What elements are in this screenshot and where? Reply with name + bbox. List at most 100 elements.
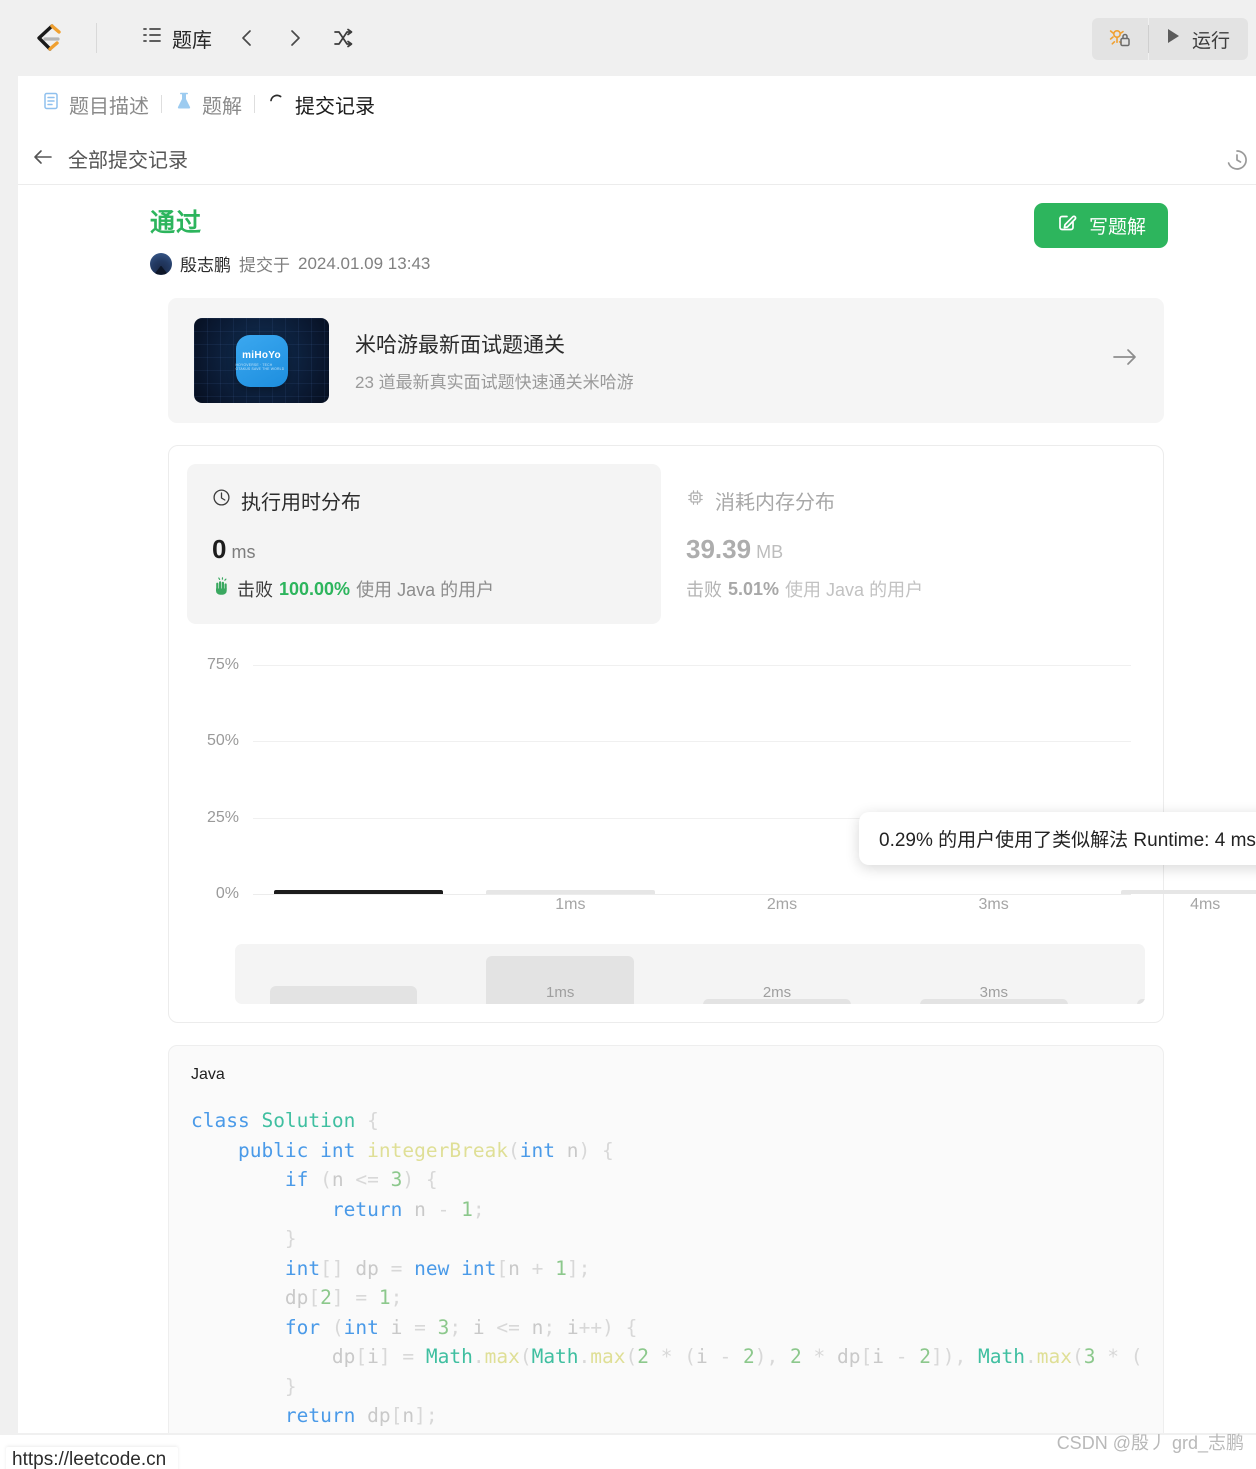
chart-y-tick: 75% — [206, 655, 239, 673]
memory-beat-row: 击败 5.01% 使用 Java 的用户 — [686, 576, 1121, 602]
promo-text: 米哈游最新面试题通关 23 道最新真实面试题快速通关米哈游 — [355, 329, 1084, 393]
random-problem-button[interactable] — [326, 21, 360, 55]
minimap-bar[interactable] — [269, 986, 418, 1004]
runtime-beat-row: 击败 100.00% 使用 Java 的用户 — [212, 576, 637, 602]
play-icon — [1163, 26, 1183, 52]
left-rail — [0, 76, 18, 1435]
chevron-right-icon — [291, 30, 300, 46]
chart-y-tick: 25% — [206, 808, 239, 826]
runtime-beat-percent: 100.00% — [279, 578, 351, 599]
minimap-label: 3ms — [979, 984, 1008, 1001]
stat-tabs: 执行用时分布 0 ms 击败 100.00% 使用 Java 的用户 消耗内存分… — [187, 464, 1145, 624]
submission-detail: 通过 殷志鹏 提交于 2024.01.09 13:43 写题解 miHoYo H… — [18, 185, 1256, 1469]
runtime-distribution-chart: 0% 25% 50% 75% 1ms 2ms 3ms 4ms 0.29% 的用户使用了类似解… — [187, 634, 1256, 1004]
clock-icon — [212, 488, 231, 513]
status-url: https://leetcode.cn — [6, 1447, 179, 1469]
tab-solutions[interactable]: 题解 — [165, 90, 251, 119]
tab-submissions[interactable]: 提交记录 — [258, 90, 384, 119]
mihoyo-logo-icon: miHoYo HOYOVERSE · TECH OTAKUS SAVE THE … — [235, 334, 288, 387]
runtime-value-row: 0 ms — [212, 534, 637, 565]
minimap-label: 1ms — [546, 984, 575, 1001]
runtime-stat-title-row: 执行用时分布 — [212, 486, 637, 515]
submission-page: 题库 运行 题目描述 题解 提交记录 全部提交记录 通过 殷志鹏 提交于 202… — [0, 0, 1256, 1469]
tab-bar: 题目描述 题解 提交记录 — [18, 76, 1256, 132]
arrow-left-icon — [32, 148, 54, 170]
promo-thumbnail: miHoYo HOYOVERSE · TECH OTAKUS SAVE THE … — [194, 318, 329, 403]
memory-stat-card[interactable]: 消耗内存分布 39.39 MB 击败 5.01% 使用 Java 的用户 — [661, 464, 1145, 624]
chart-y-axis: 0% 25% 50% 75% — [187, 634, 239, 902]
debug-button[interactable] — [1091, 18, 1148, 60]
arrow-right-icon[interactable] — [1110, 346, 1140, 375]
document-icon — [41, 91, 61, 117]
logo-container[interactable] — [0, 20, 96, 56]
shuffle-icon — [334, 28, 353, 48]
chart-bar[interactable] — [485, 890, 656, 894]
top-bar: 题库 运行 — [0, 0, 1256, 76]
memory-unit: MB — [756, 542, 784, 562]
chevron-left-icon — [242, 30, 251, 46]
tab-description[interactable]: 题目描述 — [32, 90, 158, 119]
chart-tooltip: 0.29% 的用户使用了类似解法 Runtime: 4 ms — [859, 812, 1256, 865]
submission-summary: 通过 殷志鹏 提交于 2024.01.09 13:43 写题解 — [18, 185, 1256, 276]
user-name[interactable]: 殷志鹏 — [180, 251, 231, 276]
submission-meta: 殷志鹏 提交于 2024.01.09 13:43 — [150, 251, 430, 276]
minimap-bar[interactable] — [1136, 999, 1145, 1004]
browser-status-bar: https://leetcode.cn CSDN @殷丿 grd_志鹏 — [0, 1433, 1256, 1469]
chart-x-tick: 4ms — [1190, 896, 1221, 913]
write-solution-button[interactable]: 写题解 — [1033, 203, 1168, 248]
chart-bar[interactable] — [1120, 890, 1256, 894]
code-language-label: Java — [191, 1066, 225, 1083]
history-clock-icon[interactable] — [1224, 147, 1250, 178]
runtime-stat-title: 执行用时分布 — [241, 492, 361, 514]
submitted-timestamp: 2024.01.09 13:43 — [298, 253, 431, 273]
chart-x-tick: 1ms — [555, 896, 586, 913]
runtime-value: 0 — [212, 534, 227, 564]
chart-range-slider[interactable]: 1ms2ms3ms4ms — [235, 944, 1145, 1004]
write-solution-label: 写题解 — [1088, 217, 1146, 238]
tab-solutions-label: 题解 — [202, 95, 242, 118]
back-to-all-submissions[interactable]: 全部提交记录 — [18, 144, 188, 173]
source-code[interactable]: class Solution { public int integerBreak… — [169, 1106, 1163, 1469]
chip-icon — [686, 488, 705, 513]
stats-card: 执行用时分布 0 ms 击败 100.00% 使用 Java 的用户 消耗内存分… — [168, 445, 1256, 1023]
runtime-stat-card[interactable]: 执行用时分布 0 ms 击败 100.00% 使用 Java 的用户 — [187, 464, 661, 624]
prev-problem-button[interactable] — [230, 21, 264, 55]
hand-wave-icon — [212, 577, 231, 601]
chart-y-tick: 50% — [206, 732, 239, 750]
chart-x-tick: 3ms — [978, 896, 1009, 913]
runtime-unit: ms — [231, 542, 256, 562]
chart-bar[interactable] — [274, 890, 444, 894]
memory-beat-percent: 5.01% — [728, 578, 780, 599]
problems-nav-label: 题库 — [172, 29, 212, 52]
tab-description-label: 题目描述 — [69, 95, 149, 118]
edit-pencil-icon — [1056, 212, 1078, 240]
flask-icon — [174, 91, 194, 117]
topbar-actions: 运行 — [1091, 18, 1248, 60]
run-button[interactable]: 运行 — [1148, 18, 1248, 60]
memory-beat-suffix: 使用 Java 的用户 — [785, 580, 924, 600]
tab-separator — [254, 95, 255, 113]
problems-nav-button[interactable]: 题库 — [137, 20, 216, 57]
back-label: 全部提交记录 — [68, 150, 188, 172]
debug-lock-icon — [1108, 25, 1132, 54]
submission-status-block: 通过 殷志鹏 提交于 2024.01.09 13:43 — [150, 203, 430, 276]
promo-brand: miHoYo — [242, 350, 281, 361]
list-menu-icon — [141, 24, 163, 52]
memory-value-row: 39.39 MB — [686, 534, 1121, 565]
promo-title: 米哈游最新面试题通关 — [355, 333, 565, 357]
submission-icon — [267, 91, 287, 117]
minimap-label: 2ms — [762, 984, 792, 1001]
submission-subheader: 全部提交记录 — [18, 133, 1256, 185]
nav-group: 题库 — [137, 20, 360, 57]
topbar-divider — [96, 23, 97, 53]
tab-submissions-label: 提交记录 — [295, 95, 375, 118]
next-problem-button[interactable] — [278, 21, 312, 55]
promo-brand-sub: HOYOVERSE · TECH OTAKUS SAVE THE WORLD — [235, 363, 285, 371]
submitted-prefix: 提交于 — [239, 256, 290, 275]
chart-y-tick: 0% — [215, 885, 239, 902]
memory-stat-title: 消耗内存分布 — [715, 492, 835, 514]
promo-banner[interactable]: miHoYo HOYOVERSE · TECH OTAKUS SAVE THE … — [168, 298, 1164, 423]
chart-gridline — [253, 894, 1131, 895]
chart-x-axis: 1ms 2ms 3ms 4ms — [253, 896, 1220, 926]
avatar[interactable] — [150, 252, 172, 275]
